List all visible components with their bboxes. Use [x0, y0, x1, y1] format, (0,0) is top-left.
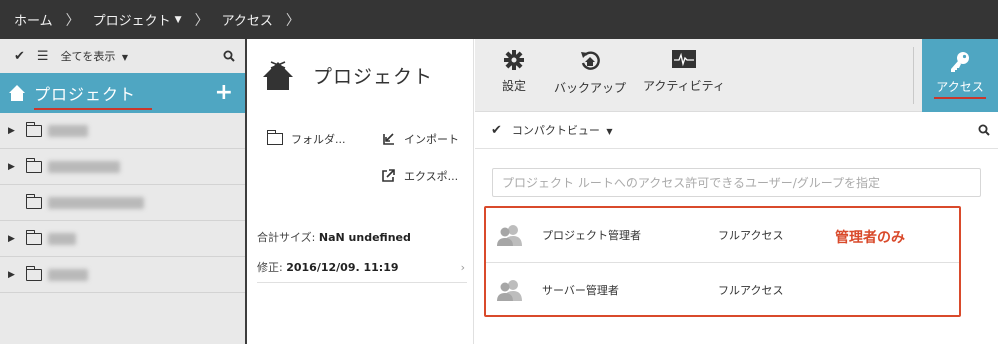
export-button-label: エクスポ...	[404, 170, 459, 183]
folder-button[interactable]: フォルダ...	[266, 130, 346, 147]
permission-user-name: プロジェクト管理者	[542, 229, 641, 242]
admin-only-annotation: 管理者のみ	[835, 230, 905, 246]
project-tree: ▶ ▶ ▶ ▶	[0, 113, 245, 293]
tree-item[interactable]: ▶	[0, 149, 245, 185]
user-group-icon	[497, 225, 522, 246]
project-panel: プロジェクト フォルダ... インポート エクスポ... 合計サイズ: NaN …	[249, 39, 474, 344]
expand-arrow-icon[interactable]: ▶	[8, 162, 18, 172]
export-button[interactable]: エクスポ...	[381, 168, 458, 184]
import-icon	[383, 133, 394, 145]
permission-row[interactable]: サーバー管理者 フルアクセス	[486, 262, 959, 316]
checkmark-icon: ✔	[491, 122, 502, 138]
search-icon[interactable]	[978, 124, 990, 136]
redacted-label	[48, 232, 76, 245]
redacted-label	[48, 124, 88, 137]
activity-icon	[671, 50, 696, 68]
export-icon	[382, 169, 395, 182]
chevron-right-icon: ›	[460, 260, 465, 274]
import-button[interactable]: インポート	[381, 131, 459, 147]
settings-button[interactable]: 設定	[502, 49, 526, 94]
total-size-row: 合計サイズ: NaN undefined	[257, 222, 465, 252]
folder-icon	[25, 121, 42, 137]
house-icon	[263, 60, 293, 90]
total-size-value: NaN undefined	[318, 231, 411, 244]
breadcrumb-access[interactable]: アクセス	[222, 10, 273, 29]
chevron-right-icon: 〉	[65, 12, 80, 29]
tree-item[interactable]: ▶	[0, 221, 245, 257]
activity-label: アクティビティ	[643, 79, 725, 93]
modified-value: 2016/12/09. 11:19	[286, 261, 399, 274]
total-size-label: 合計サイズ:	[257, 231, 316, 244]
plus-icon[interactable]: +	[215, 80, 233, 105]
permission-user-name: サーバー管理者	[542, 283, 619, 297]
sidebar-project-title: プロジェクト	[34, 81, 153, 110]
sidebar-toolbar: ✔ ☰ 全てを表示 ▼	[0, 39, 245, 73]
user-group-icon	[497, 279, 522, 301]
search-icon[interactable]	[223, 50, 235, 62]
compact-view-dropdown[interactable]: コンパクトビュー ▼	[512, 122, 613, 138]
activity-button[interactable]: アクティビティ	[643, 49, 725, 94]
main-panel: 設定 バックアップ アクティビティ アクセス ✔ コンパクトビュー ▼ プロジェ…	[475, 39, 998, 344]
folder-icon	[25, 265, 42, 281]
project-panel-title: プロジェクト	[313, 66, 434, 88]
tree-item[interactable]: ▶	[0, 113, 245, 149]
caret-down-icon: ▼	[174, 14, 182, 25]
expand-arrow-icon[interactable]: ▶	[8, 270, 18, 280]
home-icon	[9, 85, 25, 101]
permission-list: プロジェクト管理者 フルアクセス サーバー管理者 フルアクセス	[484, 206, 961, 317]
tree-item[interactable]: ▶	[0, 257, 245, 293]
import-button-label: インポート	[404, 133, 459, 146]
settings-label: 設定	[502, 79, 527, 93]
gear-icon	[504, 50, 524, 70]
show-all-label: 全てを表示	[60, 50, 116, 63]
show-all-dropdown[interactable]: 全てを表示 ▼	[61, 48, 128, 64]
redacted-label	[48, 196, 144, 209]
key-icon	[951, 52, 969, 72]
view-bar: ✔ コンパクトビュー ▼	[475, 112, 998, 149]
redacted-label	[48, 160, 120, 173]
breadcrumb-home[interactable]: ホーム	[14, 10, 53, 29]
caret-down-icon: ▼	[606, 127, 613, 136]
sidebar-project-header[interactable]: プロジェクト +	[0, 73, 245, 113]
chevron-right-icon: 〉	[285, 12, 300, 29]
tree-item[interactable]	[0, 185, 245, 221]
folder-icon	[25, 193, 42, 209]
modified-row[interactable]: 修正: 2016/12/09. 11:19 ›	[257, 252, 465, 282]
access-search-placeholder: プロジェクト ルートへのアクセス許可できるユーザー/グループを指定	[502, 176, 881, 190]
breadcrumb: ホーム 〉 プロジェクト ▼ 〉 アクセス 〉	[0, 0, 998, 39]
access-search-input[interactable]: プロジェクト ルートへのアクセス許可できるユーザー/グループを指定	[492, 168, 981, 197]
permission-level[interactable]: フルアクセス	[718, 227, 783, 243]
breadcrumb-project-label: プロジェクト	[92, 14, 171, 29]
chevron-right-icon: 〉	[194, 12, 209, 29]
expand-arrow-icon[interactable]: ▶	[8, 126, 18, 136]
folder-icon	[266, 130, 283, 145]
access-button[interactable]: アクセス	[922, 39, 998, 112]
breadcrumb-project[interactable]: プロジェクト ▼	[93, 10, 182, 29]
access-label: アクセス	[934, 78, 986, 99]
expand-arrow-icon[interactable]: ▶	[8, 234, 18, 244]
list-icon[interactable]: ☰	[37, 49, 49, 64]
caret-down-icon: ▼	[121, 53, 128, 62]
sidebar: ✔ ☰ 全てを表示 ▼ プロジェクト + ▶ ▶ ▶ ▶	[0, 39, 247, 344]
compact-view-label: コンパクトビュー	[511, 124, 600, 137]
main-toolbar: 設定 バックアップ アクティビティ アクセス	[475, 39, 998, 112]
backup-icon	[581, 51, 600, 70]
modified-label: 修正:	[257, 261, 283, 274]
folder-button-label: フォルダ...	[291, 133, 346, 146]
permission-level[interactable]: フルアクセス	[718, 282, 783, 298]
checkmark-icon[interactable]: ✔	[14, 49, 25, 64]
redacted-label	[48, 268, 88, 281]
folder-icon	[25, 229, 42, 245]
backup-label: バックアップ	[554, 81, 627, 95]
project-meta: 合計サイズ: NaN undefined 修正: 2016/12/09. 11:…	[257, 222, 467, 283]
project-panel-header: プロジェクト	[249, 39, 473, 112]
folder-icon	[25, 157, 42, 173]
backup-button[interactable]: バックアップ	[554, 49, 626, 96]
